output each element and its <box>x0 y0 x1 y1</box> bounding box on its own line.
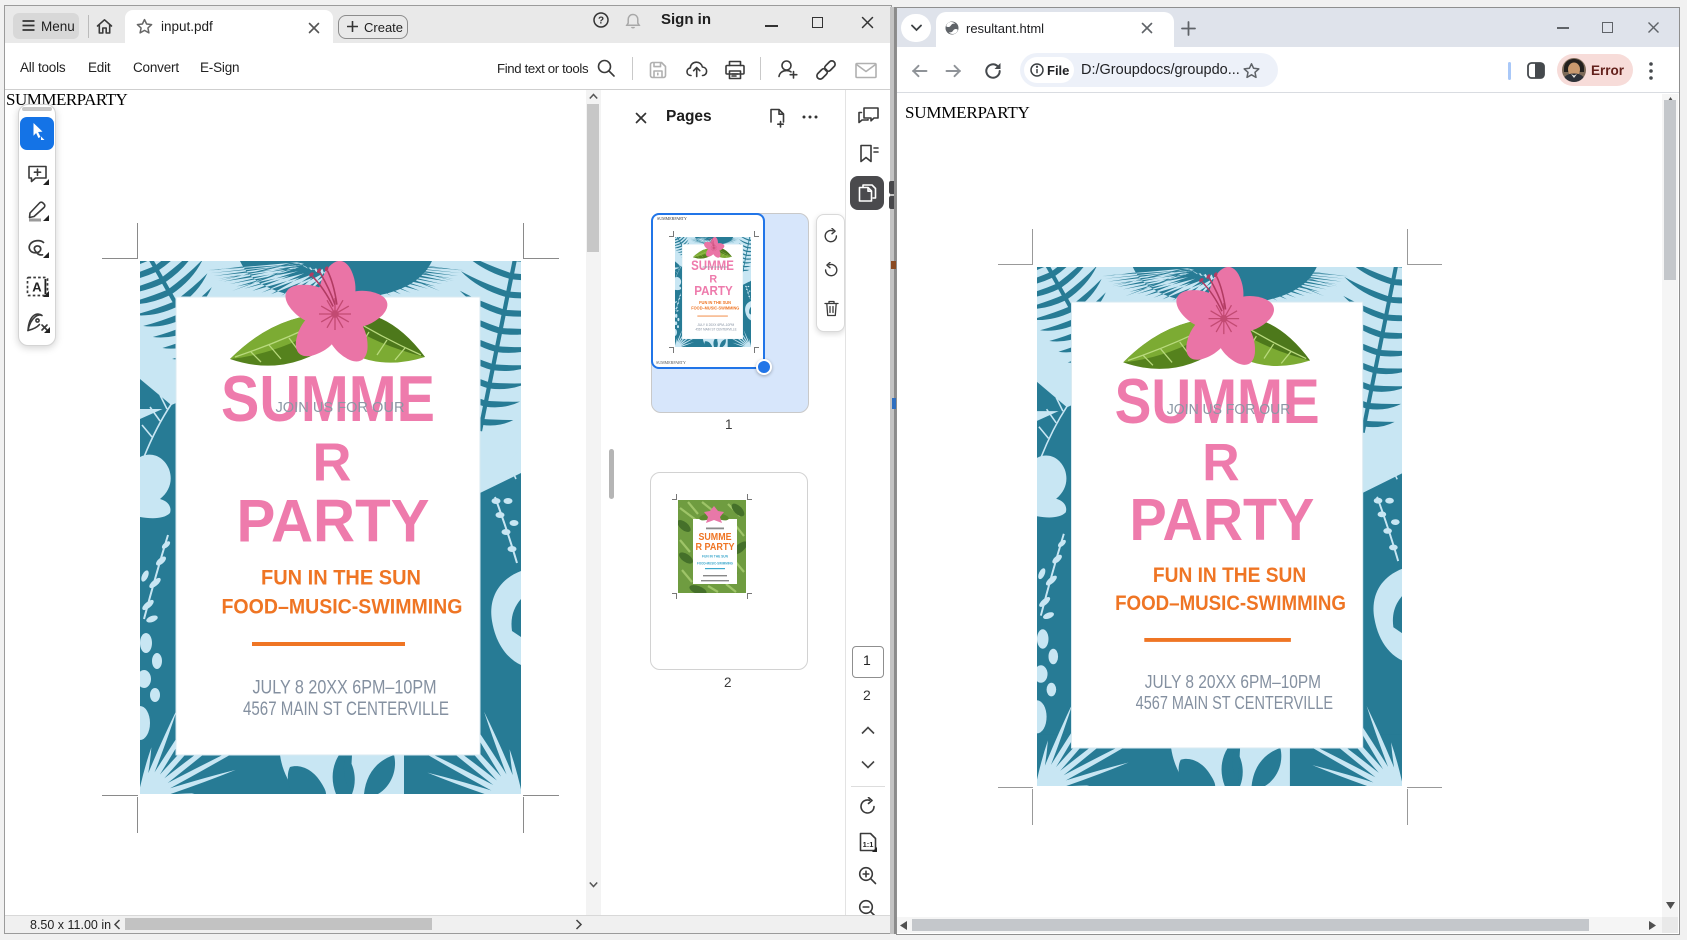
svg-text:?: ? <box>598 16 604 27</box>
svg-text:A: A <box>32 280 42 295</box>
